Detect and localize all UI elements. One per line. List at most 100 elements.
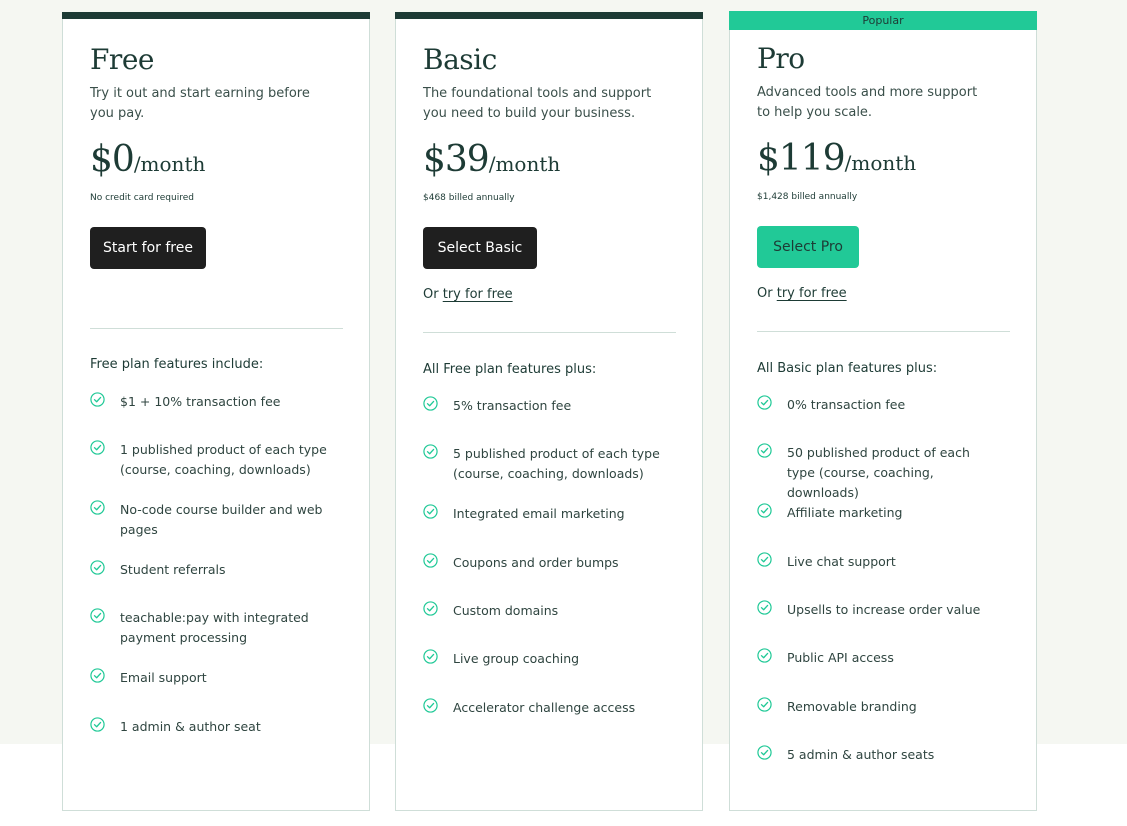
select-pro-button[interactable]: Select Pro (757, 226, 859, 268)
feature-item: 0% transaction fee (757, 395, 997, 415)
check-circle-icon (423, 698, 438, 713)
feature-item: Email support (90, 668, 330, 688)
features-heading: All Basic plan features plus: (757, 361, 938, 376)
feature-text: Public API access (787, 650, 894, 665)
feature-item: Custom domains (423, 601, 663, 621)
plan-card-pro: Popular Pro Advanced tools and more supp… (729, 11, 1037, 811)
feature-item: 5 published product of each type (course… (423, 444, 663, 484)
feature-text: 5% transaction fee (453, 398, 572, 413)
check-circle-icon (423, 553, 438, 568)
check-circle-icon (757, 443, 772, 458)
check-circle-icon (423, 649, 438, 664)
card-top-accent (395, 12, 703, 19)
plan-description: The foundational tools and support you n… (423, 86, 652, 121)
feature-item: Live chat support (757, 552, 997, 572)
divider (757, 331, 1010, 332)
feature-text: $1 + 10% transaction fee (120, 394, 281, 409)
feature-item: Integrated email marketing (423, 504, 663, 524)
try-for-free-link[interactable]: try for free (777, 286, 847, 301)
price-note: No credit card required (90, 193, 194, 203)
feature-item: $1 + 10% transaction fee (90, 392, 330, 412)
feature-text: Upsells to increase order value (787, 602, 981, 617)
check-circle-icon (90, 668, 105, 683)
check-circle-icon (757, 600, 772, 615)
price-note: $1,428 billed annually (757, 192, 858, 202)
divider (423, 332, 676, 333)
check-circle-icon (423, 396, 438, 411)
feature-item: 5% transaction fee (423, 396, 663, 416)
feature-item: 1 published product of each type (course… (90, 440, 330, 480)
feature-item: Upsells to increase order value (757, 600, 997, 620)
feature-item: Accelerator challenge access (423, 698, 663, 718)
feature-item: 5 admin & author seats (757, 745, 997, 765)
feature-text: teachable:pay with integrated payment pr… (120, 610, 309, 645)
feature-text: Affiliate marketing (787, 505, 903, 520)
check-circle-icon (757, 745, 772, 760)
check-circle-icon (90, 440, 105, 455)
feature-text: Email support (120, 670, 207, 685)
plan-name: Pro (757, 42, 805, 75)
feature-item: 50 published product of each type (cours… (757, 443, 997, 503)
price-period: /month (488, 152, 561, 176)
feature-text: 1 published product of each type (course… (120, 442, 327, 477)
check-circle-icon (90, 608, 105, 623)
divider (90, 328, 343, 329)
plan-name: Basic (423, 43, 497, 76)
feature-item: teachable:pay with integrated payment pr… (90, 608, 330, 648)
plan-description: Advanced tools and more support to help … (757, 85, 978, 120)
feature-item: Coupons and order bumps (423, 553, 663, 573)
check-circle-icon (423, 504, 438, 519)
feature-item: 1 admin & author seat (90, 717, 330, 737)
check-circle-icon (90, 717, 105, 732)
check-circle-icon (757, 503, 772, 518)
price-period: /month (133, 152, 206, 176)
try-free-line: Or try for free (423, 287, 513, 302)
feature-text: 5 admin & author seats (787, 747, 935, 762)
feature-text: Accelerator challenge access (453, 700, 636, 715)
plan-name: Free (90, 43, 154, 76)
price-note: $468 billed annually (423, 193, 515, 203)
try-free-line: Or try for free (757, 286, 847, 301)
feature-text: Live chat support (787, 554, 896, 569)
check-circle-icon (757, 552, 772, 567)
feature-text: 0% transaction fee (787, 397, 906, 412)
feature-text: Removable branding (787, 699, 917, 714)
feature-item: Removable branding (757, 697, 997, 717)
try-for-free-link[interactable]: try for free (443, 287, 513, 302)
select-basic-button[interactable]: Select Basic (423, 227, 537, 269)
check-circle-icon (757, 697, 772, 712)
plan-price: $39/month (423, 139, 560, 180)
feature-text: Integrated email marketing (453, 506, 625, 521)
plan-card-free: Free Try it out and start earning before… (62, 12, 370, 811)
price-amount: $0 (90, 139, 135, 180)
plan-description: Try it out and start earning before you … (90, 86, 310, 121)
feature-item: Public API access (757, 648, 997, 668)
feature-item: Student referrals (90, 560, 330, 580)
feature-text: No-code course builder and web pages (120, 502, 323, 537)
start-for-free-button[interactable]: Start for free (90, 227, 206, 269)
try-prefix: Or (757, 286, 773, 301)
feature-text: 5 published product of each type (course… (453, 446, 660, 481)
feature-text: Live group coaching (453, 651, 580, 666)
plan-price: $0/month (90, 139, 205, 180)
feature-text: 1 admin & author seat (120, 719, 261, 734)
check-circle-icon (90, 560, 105, 575)
price-period: /month (844, 151, 917, 175)
check-circle-icon (90, 500, 105, 515)
feature-text: 50 published product of each type (cours… (787, 445, 970, 500)
feature-item: Affiliate marketing (757, 503, 997, 523)
plan-price: $119/month (757, 138, 916, 179)
price-amount: $39 (423, 139, 490, 180)
features-heading: Free plan features include: (90, 357, 264, 372)
check-circle-icon (423, 601, 438, 616)
try-prefix: Or (423, 287, 439, 302)
features-heading: All Free plan features plus: (423, 362, 597, 377)
check-circle-icon (757, 395, 772, 410)
feature-text: Student referrals (120, 562, 226, 577)
card-top-accent (62, 12, 370, 19)
feature-item: Live group coaching (423, 649, 663, 669)
price-amount: $119 (757, 138, 846, 179)
feature-text: Custom domains (453, 603, 559, 618)
feature-item: No-code course builder and web pages (90, 500, 330, 540)
check-circle-icon (423, 444, 438, 459)
